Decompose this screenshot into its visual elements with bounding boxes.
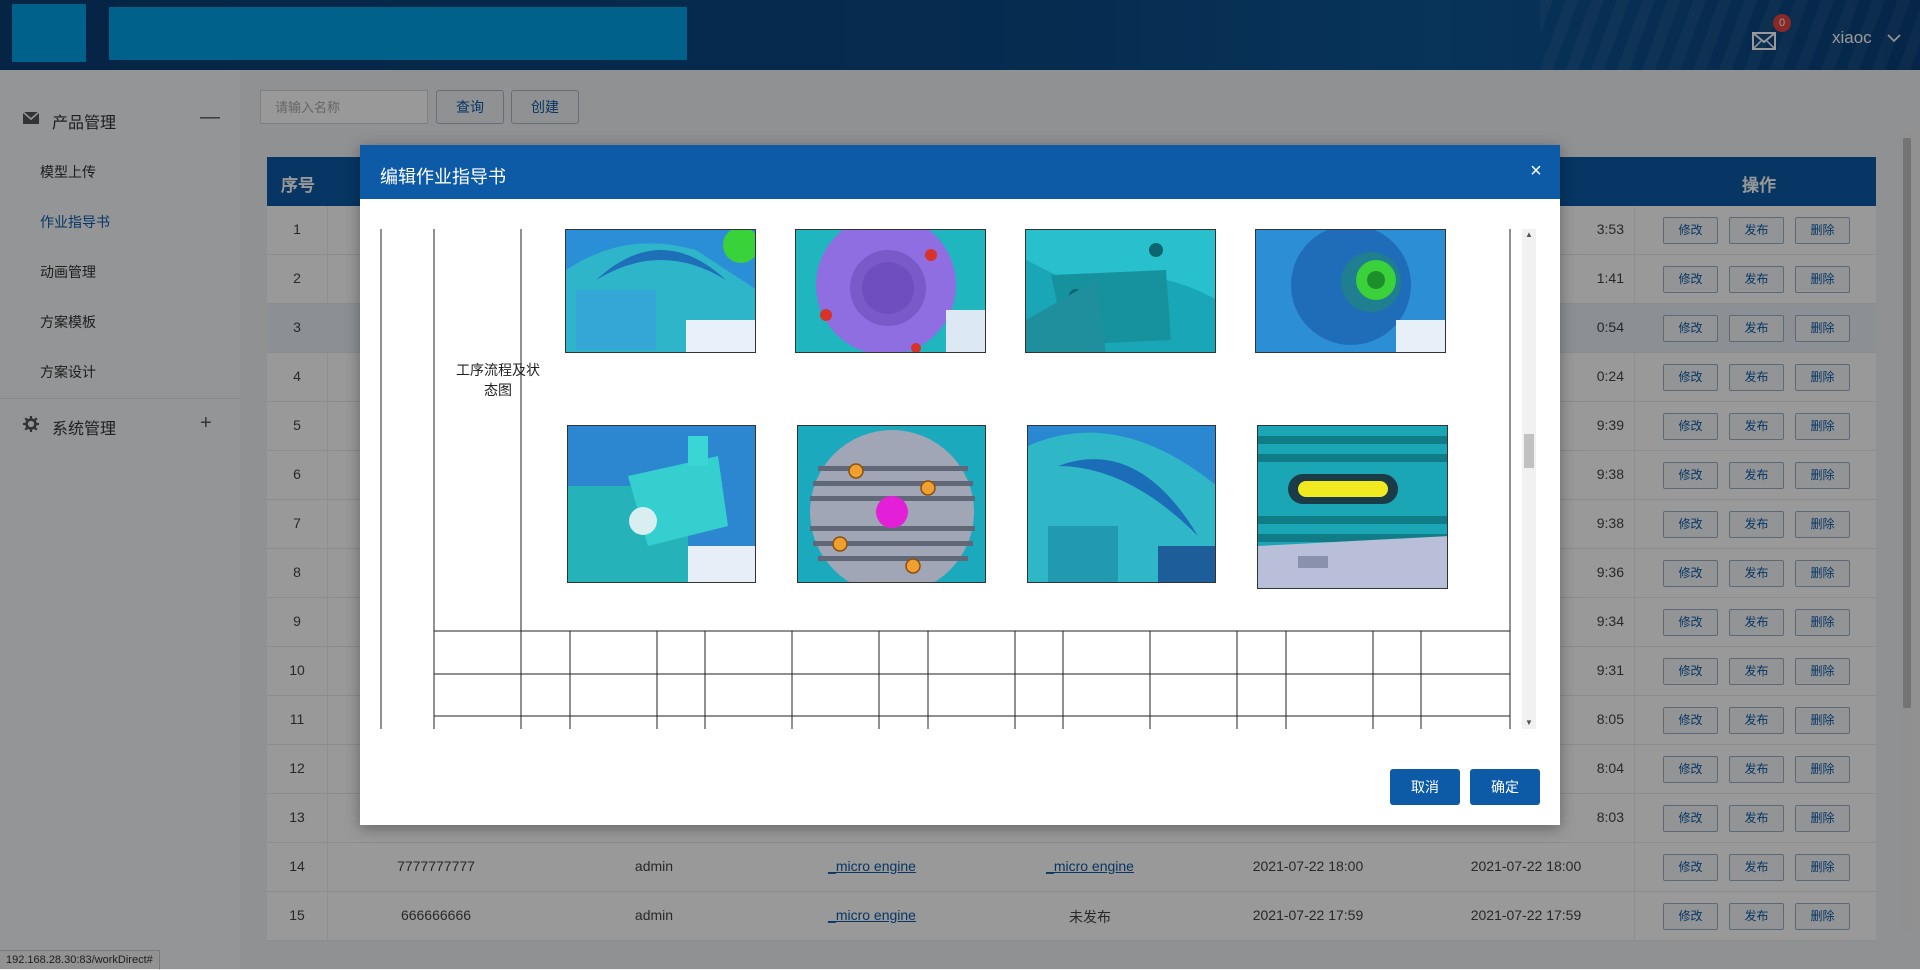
process-image-6[interactable] [797,425,986,583]
process-image-3[interactable] [1025,229,1216,353]
scrollbar-thumb[interactable] [1524,434,1534,468]
process-image-8[interactable] [1257,425,1448,589]
cancel-button[interactable]: 取消 [1390,769,1460,805]
dialog-title: 编辑作业指导书 [380,167,506,187]
process-diagram-label: 工序流程及状态图 [456,362,540,398]
scroll-up-icon[interactable]: ▲ [1525,231,1533,239]
process-image-7[interactable] [1027,425,1216,583]
process-image-5[interactable] [567,425,756,583]
process-image-1[interactable] [565,229,756,353]
close-icon[interactable]: × [1526,161,1546,181]
process-image-4[interactable] [1255,229,1446,353]
dialog-content: 工序流程及状态图 [380,229,1518,729]
dialog-scrollbar[interactable]: ▲ ▼ [1522,229,1536,729]
scroll-down-icon[interactable]: ▼ [1525,719,1533,727]
confirm-button[interactable]: 确定 [1470,769,1540,805]
process-image-2[interactable] [795,229,986,353]
edit-instruction-dialog: 编辑作业指导书 × 工序流程及状态图 ▲ ▼ 取消 确定 [360,145,1560,825]
dialog-header: 编辑作业指导书 × [360,145,1560,199]
